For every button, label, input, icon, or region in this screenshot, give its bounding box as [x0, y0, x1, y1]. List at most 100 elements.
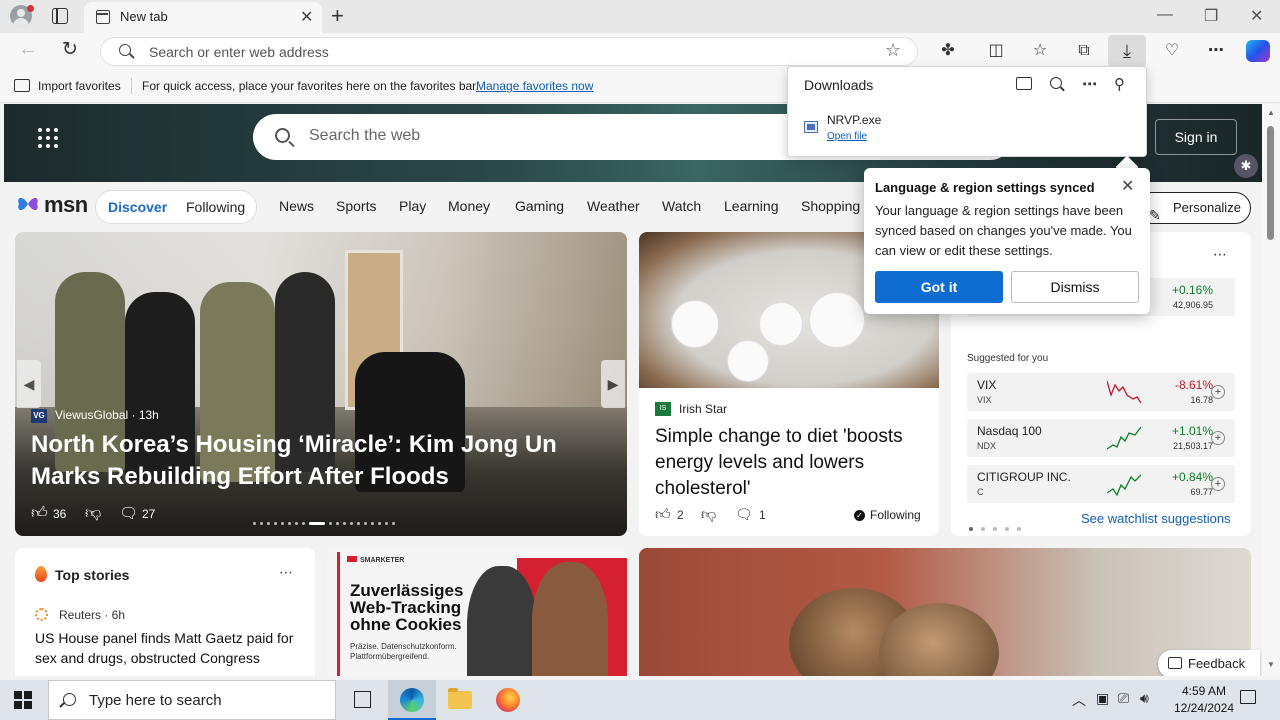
minimize-button[interactable]: — [1157, 6, 1173, 24]
watchlist-row-citigroup[interactable]: CITIGROUP INC. C +0.84% 69.77 + [967, 465, 1235, 503]
dismiss-button[interactable]: Dismiss [1011, 271, 1139, 303]
windows-start-icon[interactable] [14, 691, 32, 709]
stock-symbol: VIX [977, 395, 992, 405]
thumbs-down-icon[interactable]: 👎︎ [85, 504, 101, 523]
divider [131, 78, 132, 94]
title-bar: New tab ✕ + — ❐ ✕ [0, 0, 1280, 33]
show-hidden-icons-chevron-icon[interactable]: ︿ [1072, 690, 1086, 710]
ad-card[interactable]: SMARKETER Zuverlässiges Web-Tracking ohn… [327, 548, 627, 676]
sync-notification-popup: Language & region settings synced ✕ Your… [864, 168, 1150, 314]
nav-money[interactable]: Money [448, 198, 490, 214]
new-tab-button[interactable]: + [331, 3, 344, 29]
clock-date[interactable]: 12/24/2024 [1164, 701, 1244, 715]
page-scrollbar[interactable]: ▲ ▼ [1262, 104, 1280, 676]
got-it-button[interactable]: Got it [875, 271, 1003, 303]
watchlist-row-vix[interactable]: VIX VIX -8.61% 16.78 + [967, 373, 1235, 411]
address-bar[interactable]: Search or enter web address ☆ [100, 37, 918, 66]
more-options-icon[interactable]: ⋯ [1082, 75, 1097, 93]
thumbs-down-icon[interactable]: 👎︎ [701, 506, 716, 524]
comment-icon[interactable]: 🗨︎ [735, 506, 753, 523]
nav-watch[interactable]: Watch [662, 198, 701, 214]
story-source[interactable]: Reuters · 6h [59, 608, 125, 622]
clock-time[interactable]: 4:59 AM [1174, 684, 1234, 698]
thumbs-up-icon[interactable]: 👍︎ [655, 506, 671, 524]
favorite-star-icon[interactable]: ☆ [885, 40, 901, 61]
copilot-icon[interactable] [1246, 40, 1270, 62]
close-window-button[interactable]: ✕ [1250, 6, 1263, 26]
open-folder-icon[interactable] [1016, 77, 1032, 90]
taskbar-edge-button[interactable] [388, 680, 436, 720]
feedback-button[interactable]: Feedback [1158, 650, 1260, 676]
add-to-watchlist-icon[interactable]: + [1211, 477, 1225, 491]
scroll-thumb[interactable] [1267, 126, 1274, 240]
plate-shape [759, 302, 803, 346]
nav-weather[interactable]: Weather [587, 198, 640, 214]
tab-following[interactable]: Following [186, 199, 245, 215]
story-title[interactable]: North Korea’s Housing ‘Miracle’: Kim Jon… [31, 429, 617, 493]
scroll-up-arrow-icon[interactable]: ▲ [1267, 108, 1275, 117]
tab-close-icon[interactable]: ✕ [300, 7, 313, 27]
meet-now-icon[interactable]: ▣ [1096, 690, 1109, 707]
favorites-icon[interactable]: ☆ [1028, 39, 1052, 63]
watchlist-pager[interactable] [969, 518, 1029, 536]
restore-button[interactable]: ❐ [1204, 6, 1218, 26]
following-button[interactable]: Following [870, 508, 921, 522]
search-downloads-icon[interactable] [1050, 77, 1062, 89]
story-source[interactable]: Irish Star [679, 402, 727, 416]
scroll-down-arrow-icon[interactable]: ▼ [1267, 660, 1275, 669]
sign-in-button[interactable]: Sign in [1155, 119, 1237, 155]
main-story-card[interactable]: ◀ ▶ VG ViewusGlobal · 13h North Korea’s … [15, 232, 627, 536]
add-to-watchlist-icon[interactable]: + [1211, 385, 1225, 399]
story-source[interactable]: ViewusGlobal · 13h [55, 408, 159, 422]
nav-gaming[interactable]: Gaming [515, 198, 564, 214]
apps-grid-icon[interactable] [38, 128, 58, 148]
refresh-button[interactable]: ↻ [62, 38, 78, 61]
collections-icon[interactable]: ⧉ [1072, 39, 1096, 63]
browser-essentials-icon[interactable]: ♡ [1160, 39, 1184, 63]
ad-subtext: Präzise. Datenschutzkonform. Plattformüb… [350, 642, 457, 661]
feedback-icon [1168, 657, 1182, 669]
volume-icon[interactable]: 🔊︎ [1140, 690, 1149, 707]
story-title[interactable]: Simple change to diet 'boosts energy lev… [655, 424, 925, 502]
back-button[interactable]: ← [18, 38, 38, 61]
msn-logo-text[interactable]: msn [44, 192, 88, 218]
close-icon[interactable]: ✕ [1121, 176, 1134, 196]
open-file-link[interactable]: Open file [827, 131, 867, 142]
nav-news[interactable]: News [279, 198, 314, 214]
nav-learning[interactable]: Learning [724, 198, 779, 214]
split-screen-icon[interactable]: ◫ [984, 39, 1008, 63]
thumbs-up-icon[interactable]: 👍︎ [31, 504, 48, 523]
nav-sports[interactable]: Sports [336, 198, 376, 214]
nav-shopping[interactable]: Shopping [801, 198, 860, 214]
downloads-button[interactable]: ⤓ [1108, 35, 1146, 67]
more-options-icon[interactable]: ⋯ [1213, 246, 1227, 263]
nav-play[interactable]: Play [399, 198, 426, 214]
watchlist-row-ndx[interactable]: Nasdaq 100 NDX +1.01% 21,503.17 + [967, 419, 1235, 457]
story-headline[interactable]: US House panel finds Matt Gaetz paid for… [35, 628, 305, 668]
tab-actions-icon[interactable] [52, 8, 68, 24]
more-options-icon[interactable]: ⋯ [279, 564, 293, 581]
taskbar-explorer-button[interactable] [436, 680, 484, 720]
tab-discover[interactable]: Discover [108, 199, 167, 215]
carousel-next-button[interactable]: ▶ [601, 360, 625, 408]
notifications-icon[interactable] [1240, 690, 1256, 704]
settings-gear-icon[interactable]: ✱ [1234, 154, 1258, 178]
add-to-watchlist-icon[interactable]: + [1211, 431, 1225, 445]
import-favorites-button[interactable]: Import favorites [38, 79, 121, 93]
network-icon[interactable]: ⎚ [1118, 690, 1129, 707]
extensions-icon[interactable]: ✤ [936, 39, 960, 63]
see-watchlist-suggestions-link[interactable]: See watchlist suggestions [1081, 511, 1231, 526]
pin-icon[interactable]: ⚲ [1114, 75, 1125, 93]
taskbar-firefox-button[interactable] [484, 680, 532, 720]
stock-name: Nasdaq 100 [977, 424, 1042, 438]
comment-icon[interactable]: 🗨︎ [119, 504, 138, 522]
carousel-prev-button[interactable]: ◀ [17, 360, 41, 408]
tab-new-tab[interactable]: New tab ✕ [84, 2, 322, 33]
download-filename[interactable]: NRVP.exe [827, 113, 881, 127]
personalize-button[interactable]: ✎ Personalize [1134, 192, 1251, 224]
more-menu-icon[interactable]: ⋯ [1204, 39, 1228, 63]
manage-favorites-link[interactable]: Manage favorites now [476, 79, 593, 93]
taskbar-search-box[interactable]: Type here to search [48, 680, 336, 720]
task-view-button[interactable] [338, 680, 386, 720]
carousel-indicator[interactable] [253, 515, 403, 526]
